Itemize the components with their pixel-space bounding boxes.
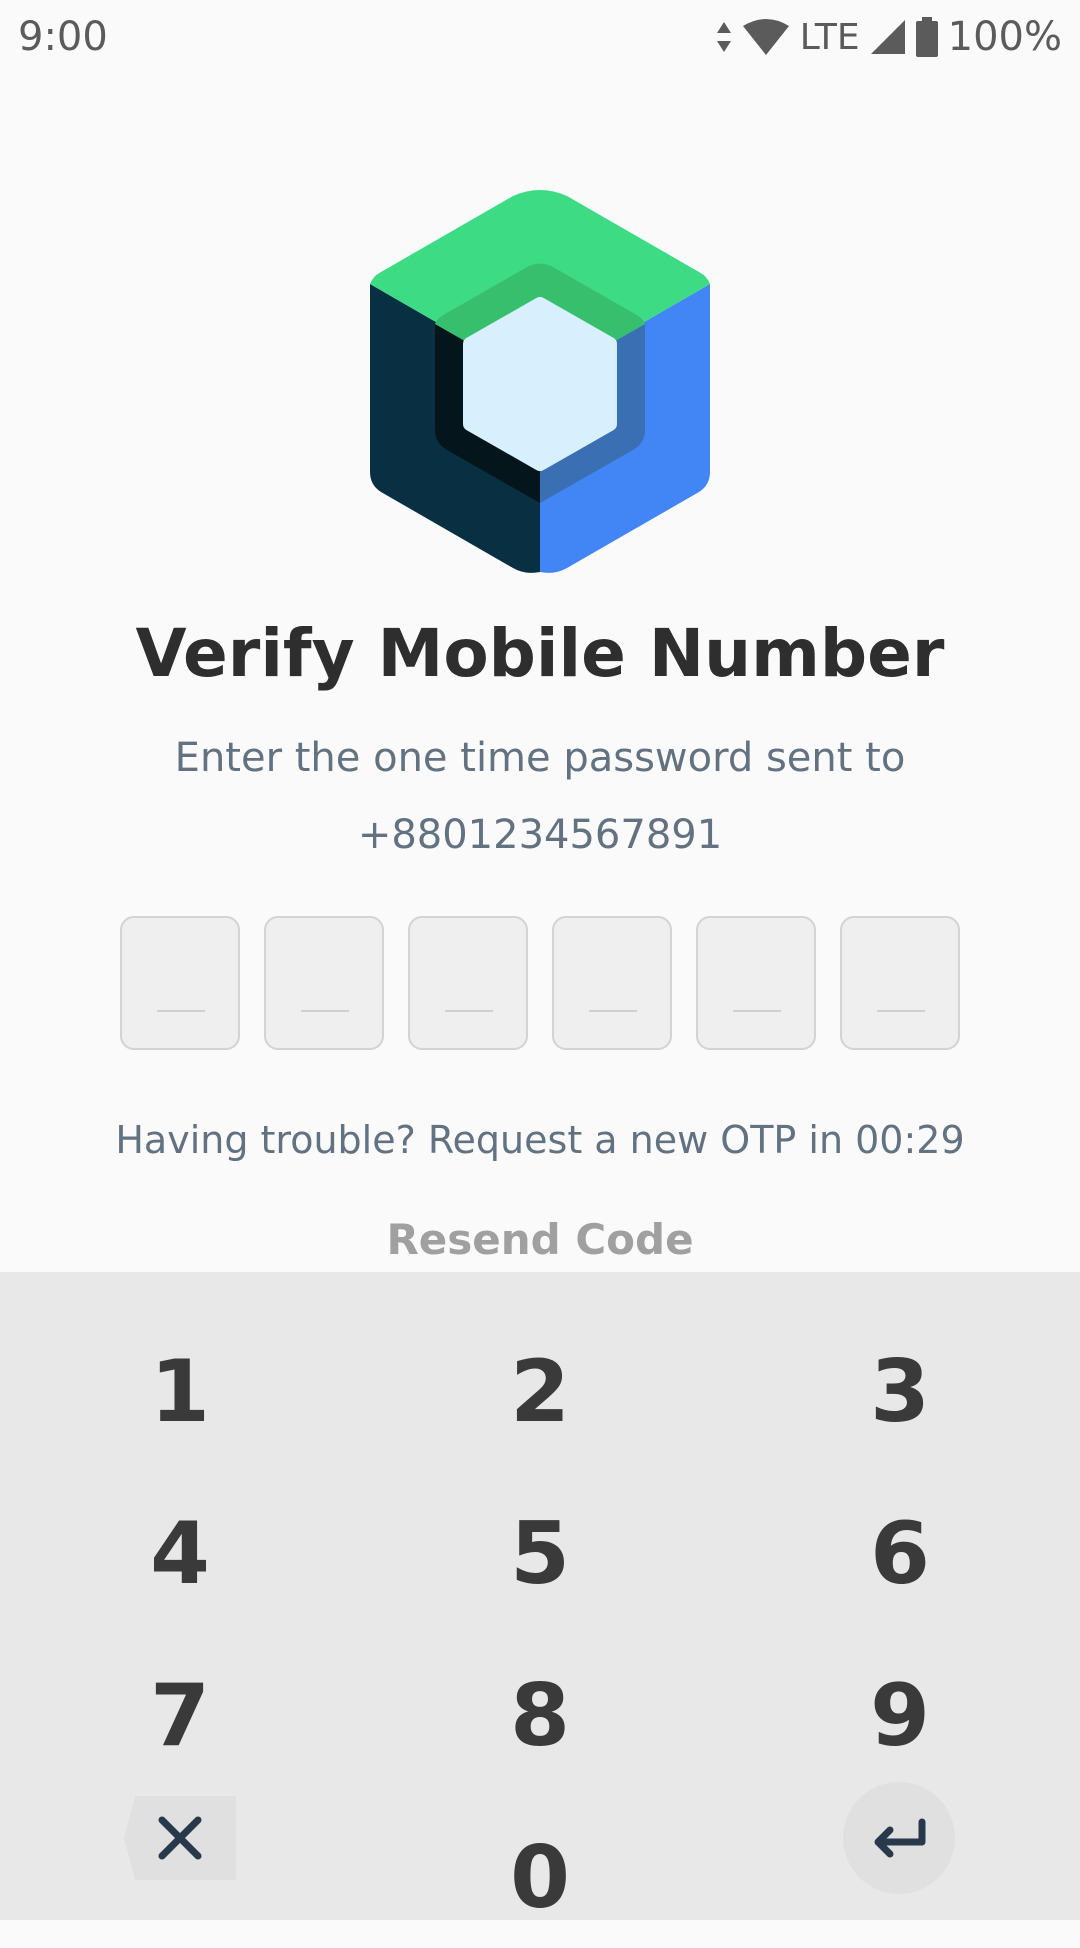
battery-percent: 100% (947, 14, 1062, 60)
resend-countdown-text: Having trouble? Request a new OTP in 00:… (115, 1118, 965, 1162)
key-7[interactable]: 7 (60, 1646, 300, 1786)
key-2[interactable]: 2 (420, 1322, 660, 1462)
resend-code-button[interactable]: Resend Code (0, 1215, 1080, 1264)
key-6[interactable]: 6 (780, 1484, 1020, 1624)
otp-digit-5[interactable] (696, 916, 816, 1050)
close-icon (158, 1816, 202, 1860)
numeric-keypad: 1 2 3 4 5 6 7 8 9 0 (0, 1272, 1080, 1928)
subtitle-instruction: Enter the one time password sent to (174, 735, 906, 781)
otp-digit-6[interactable] (840, 916, 960, 1050)
otp-placeholder-dash (157, 1010, 205, 1012)
otp-digit-3[interactable] (408, 916, 528, 1050)
page-title: Verify Mobile Number (135, 615, 945, 692)
otp-digit-4[interactable] (552, 916, 672, 1050)
otp-placeholder-dash (733, 1010, 781, 1012)
battery-icon (915, 17, 938, 57)
key-5[interactable]: 5 (420, 1484, 660, 1624)
data-arrows-icon (716, 22, 731, 52)
enter-button[interactable] (843, 1782, 955, 1894)
key-0[interactable]: 0 (420, 1808, 660, 1948)
key-3[interactable]: 3 (780, 1322, 1020, 1462)
otp-placeholder-dash (301, 1010, 349, 1012)
status-time: 9:00 (18, 14, 108, 60)
key-4[interactable]: 4 (60, 1484, 300, 1624)
clear-button[interactable] (124, 1796, 236, 1880)
key-1[interactable]: 1 (60, 1322, 300, 1462)
wifi-icon (742, 19, 789, 55)
otp-input-row (120, 916, 960, 1050)
otp-placeholder-dash (589, 1010, 637, 1012)
otp-digit-2[interactable] (264, 916, 384, 1050)
enter-icon (874, 1818, 926, 1858)
status-bar: 9:00 LTE 100% (0, 0, 1080, 74)
jetpack-compose-logo (370, 190, 710, 573)
otp-placeholder-dash (445, 1010, 493, 1012)
key-8[interactable]: 8 (420, 1646, 660, 1786)
phone-number: +8801234567891 (357, 812, 723, 858)
otp-placeholder-dash (877, 1010, 925, 1012)
key-9[interactable]: 9 (780, 1646, 1020, 1786)
status-icons: LTE 100% (716, 10, 1062, 64)
network-type: LTE (799, 16, 860, 58)
otp-digit-1[interactable] (120, 916, 240, 1050)
cell-signal-icon (870, 20, 905, 54)
